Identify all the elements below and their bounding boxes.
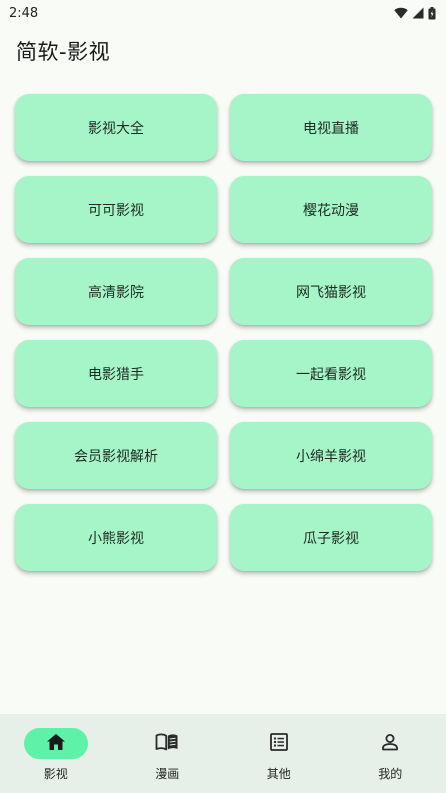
list-icon bbox=[269, 732, 288, 755]
status-time: 2:48 bbox=[9, 5, 39, 21]
signal-icon bbox=[412, 7, 424, 19]
person-icon bbox=[381, 733, 399, 755]
tile-button[interactable]: 电影猎手 bbox=[15, 340, 217, 407]
nav-active-indicator bbox=[23, 728, 88, 759]
tile-button[interactable]: 小熊影视 bbox=[15, 504, 217, 571]
tile-button[interactable]: 影视大全 bbox=[15, 94, 217, 161]
nav-label: 我的 bbox=[378, 767, 403, 781]
tile-button[interactable]: 网飞猫影视 bbox=[230, 258, 432, 325]
nav-item-movies[interactable]: 影视 bbox=[0, 714, 112, 793]
tile-button[interactable]: 一起看影视 bbox=[230, 340, 432, 407]
tile-button[interactable]: 樱花动漫 bbox=[230, 176, 432, 243]
status-icons bbox=[394, 6, 436, 20]
nav-label: 影视 bbox=[43, 767, 68, 781]
tile-button[interactable]: 可可影视 bbox=[15, 176, 217, 243]
bottom-nav: 影视 漫画 其他 我的 bbox=[0, 714, 446, 793]
nav-label: 其他 bbox=[266, 767, 291, 781]
nav-item-mine[interactable]: 我的 bbox=[335, 714, 446, 793]
book-open-icon bbox=[155, 733, 179, 755]
wifi-icon bbox=[394, 7, 408, 19]
tile-button[interactable]: 高清影院 bbox=[15, 258, 217, 325]
page-title: 简软-影视 bbox=[16, 40, 111, 64]
tile-button[interactable]: 瓜子影视 bbox=[230, 504, 432, 571]
tile-button[interactable]: 小绵羊影视 bbox=[230, 422, 432, 489]
nav-label: 漫画 bbox=[155, 767, 180, 781]
site-grid: 影视大全 电视直播 可可影视 樱花动漫 高清影院 网飞猫影视 电影猎手 一起看影… bbox=[15, 94, 432, 571]
tile-button[interactable]: 会员影视解析 bbox=[15, 422, 217, 489]
tile-button[interactable]: 电视直播 bbox=[230, 94, 432, 161]
nav-item-other[interactable]: 其他 bbox=[223, 714, 335, 793]
battery-icon bbox=[428, 6, 436, 20]
home-icon bbox=[46, 733, 66, 755]
app-screen: 2:48 简软-影视 影视大全 电视直播 可可影视 樱花动漫 高清影院 网飞猫影… bbox=[0, 0, 446, 793]
status-bar: 2:48 bbox=[0, 0, 446, 26]
nav-item-comics[interactable]: 漫画 bbox=[112, 714, 224, 793]
